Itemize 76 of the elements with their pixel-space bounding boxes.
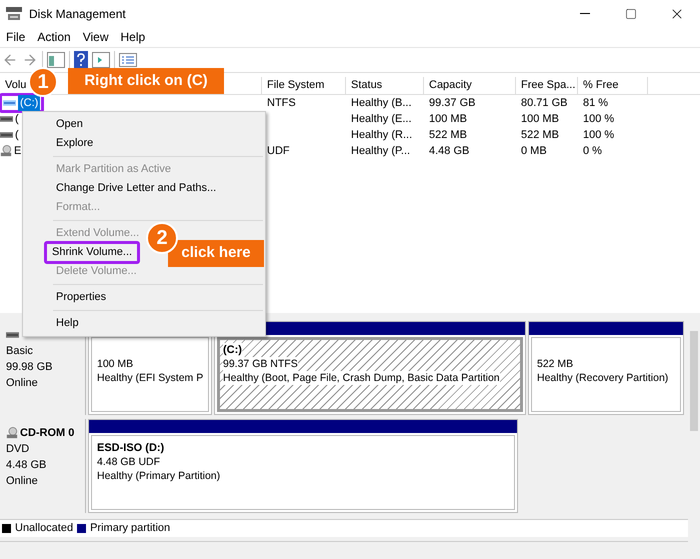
drive-icon — [0, 131, 13, 139]
table-cell-text: 0 % — [583, 144, 602, 159]
partition-label: ESD-ISO (D:) — [97, 441, 164, 455]
table-cell-text: 522 MB — [429, 128, 467, 143]
partition-detail: Healthy (EFI System P — [97, 371, 204, 385]
disk-name: CD-ROM 0 — [20, 426, 74, 441]
legend-label: Primary partition — [90, 521, 170, 536]
table-cell-text: 4.48 GB — [429, 144, 470, 159]
list-icon[interactable] — [119, 53, 137, 67]
table-cell-text: 80.71 GB — [521, 96, 568, 111]
volume-name[interactable]: ( — [15, 126, 19, 144]
column-header[interactable]: File System — [267, 77, 324, 94]
menu-option[interactable]: Explore — [53, 135, 96, 152]
table-cell-text: Healthy (B... — [351, 96, 412, 111]
table-cell-text: 0 MB — [521, 144, 547, 159]
partition-block[interactable]: ESD-ISO (D:) 4.48 GB UDF Healthy (Primary Partition) — [88, 419, 518, 513]
column-header[interactable]: Volu — [5, 77, 26, 94]
cd-drive-icon — [0, 145, 12, 157]
cd-drive-icon — [6, 427, 18, 439]
callout-label: Right click on (C) — [68, 68, 224, 94]
column-header[interactable]: Status — [351, 77, 382, 94]
volume-name[interactable]: (C:) — [18, 94, 40, 112]
drive-icon — [6, 331, 19, 339]
menu-option[interactable]: Help — [53, 315, 82, 332]
step-number: 1 — [28, 67, 58, 97]
drive-icon — [0, 115, 13, 123]
menu-item[interactable]: File — [0, 27, 32, 47]
menu-item[interactable]: Help — [114, 27, 152, 47]
minimize-icon — [580, 13, 590, 14]
partition-block[interactable]: 522 MB Healthy (Recovery Partition) — [528, 321, 684, 415]
disk-detail: Online — [6, 376, 39, 391]
menu-option[interactable]: Shrink Volume... — [44, 241, 140, 264]
disk-detail: 99.98 GB — [6, 360, 54, 375]
table-cell-text: Healthy (R... — [351, 128, 412, 143]
table-cell-text: 99.37 GB — [429, 96, 476, 111]
console-tree-icon[interactable] — [47, 52, 65, 68]
app-icon — [6, 6, 22, 20]
menu-item[interactable]: View — [76, 27, 114, 47]
drive-icon — [3, 99, 16, 107]
help-icon[interactable] — [74, 51, 88, 69]
column-header[interactable]: Capacity — [429, 77, 472, 94]
table-cell-text: 81 % — [583, 96, 608, 111]
menu-item[interactable]: Action — [31, 27, 77, 47]
back-icon[interactable] — [2, 52, 18, 68]
volume-name[interactable]: E — [14, 142, 22, 160]
pane-icon[interactable] — [92, 52, 110, 68]
table-cell-text: Healthy (E... — [351, 112, 412, 127]
partition-block[interactable]: (C:) 99.37 GB NTFS Healthy (Boot, Page File, Crash Dump, Basic Data Partition — [214, 321, 526, 415]
volume-name[interactable]: ( — [15, 110, 19, 128]
disk-detail: DVD — [6, 442, 30, 457]
table-cell-text: 100 % — [583, 112, 614, 127]
partition-detail: Healthy (Recovery Partition) — [537, 371, 668, 385]
partition-detail: Healthy (Boot, Page File, Crash Dump, Basic Data Partition — [223, 371, 500, 385]
column-header[interactable]: Free Spa... — [521, 77, 576, 94]
table-cell-text: 100 MB — [521, 112, 559, 127]
legend-label: Unallocated — [15, 521, 74, 536]
disk-detail: 4.48 GB — [6, 458, 48, 473]
menu-option[interactable]: Change Drive Letter and Paths... — [53, 180, 220, 197]
partition-label: (C:) — [223, 343, 242, 357]
menu-option[interactable]: Open — [53, 116, 86, 133]
table-cell-text: 522 MB — [521, 128, 559, 143]
table-cell-text: 100 % — [583, 128, 614, 143]
partition-detail: 99.37 GB NTFS — [223, 357, 298, 371]
window-title: Disk Management — [29, 6, 126, 22]
forward-icon[interactable] — [22, 52, 38, 68]
table-cell-text: Healthy (P... — [351, 144, 410, 159]
callout-label: click here — [168, 240, 264, 267]
column-header[interactable]: % Free — [583, 77, 618, 94]
table-cell-text: 100 MB — [429, 112, 467, 127]
partition-detail: Healthy (Primary Partition) — [97, 469, 220, 483]
disk-detail: Online — [6, 474, 39, 489]
maximize-icon — [625, 8, 637, 20]
table-cell-text: UDF — [267, 144, 290, 159]
disk-detail: Basic — [6, 344, 34, 359]
table-cell-text: NTFS — [267, 96, 296, 111]
menu-option[interactable]: Properties — [53, 289, 110, 306]
